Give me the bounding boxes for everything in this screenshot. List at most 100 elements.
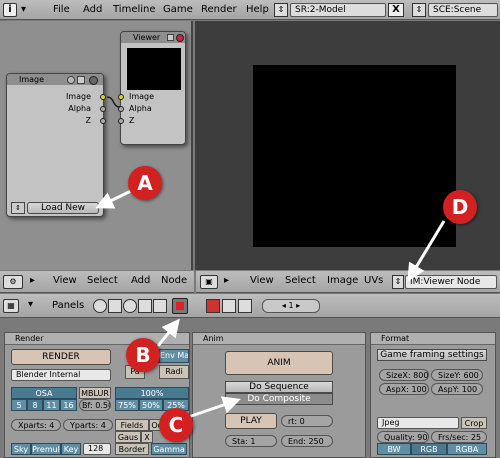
format-panel: Format Game framing settings SizeX: 800 … [370, 332, 496, 458]
frame-field[interactable]: ◂ 1 ▸ [262, 299, 320, 313]
render-engine-select[interactable]: Blender Internal [11, 369, 111, 381]
osa-11-button[interactable]: 11 [43, 399, 60, 411]
gamma-toggle[interactable]: Gamma [151, 443, 187, 455]
menu-help[interactable]: Help [246, 4, 269, 15]
shading-panel-icon[interactable] [123, 299, 137, 313]
screen-selector-icon[interactable]: ⇕ [274, 3, 288, 17]
bw-button[interactable]: BW [377, 443, 411, 455]
menu-render[interactable]: Render [201, 4, 237, 15]
image-header-collapse-icon[interactable]: ▸ [224, 275, 229, 286]
xparts-field[interactable]: Xparts: 4 [11, 419, 61, 431]
border-toggle[interactable]: Border [115, 443, 149, 455]
rt-field[interactable]: rt: 0 [281, 415, 333, 427]
play-button[interactable]: PLAY [225, 413, 277, 429]
image-menu-image[interactable]: Image [327, 275, 358, 286]
scene-selector-icon[interactable]: ⇕ [412, 3, 426, 17]
callout-d: D [443, 190, 477, 224]
panels-label: Panels [52, 300, 85, 311]
quality-field[interactable]: Quality: 90 [377, 431, 429, 443]
node-menu-select[interactable]: Select [87, 275, 118, 286]
fields-toggle[interactable]: Fields [115, 419, 149, 431]
menu-add[interactable]: Add [83, 4, 102, 15]
game-framing-button[interactable]: Game framing settings [377, 349, 487, 361]
buttons-header: ▦ ▾ Panels ◂ 1 ▸ [0, 294, 500, 318]
anim-button[interactable]: ANIM [225, 351, 333, 375]
osa-toggle[interactable]: OSA [11, 387, 77, 399]
buttons-type-icon[interactable]: ▦ [3, 299, 19, 313]
key-button[interactable]: Key [61, 443, 81, 455]
anim-panel-icon[interactable] [222, 299, 236, 313]
image-editor-type-icon[interactable]: ▣ [200, 275, 218, 289]
image-menu-select[interactable]: Select [285, 275, 316, 286]
osa-8-button[interactable]: 8 [27, 399, 43, 411]
start-frame-field[interactable]: Sta: 1 [225, 435, 277, 447]
menu-collapse-icon[interactable]: ▾ [21, 4, 26, 15]
size-100-button[interactable]: 100% [115, 387, 189, 399]
editor-type-icon[interactable]: ⚙ [3, 275, 23, 289]
blender-window: i ▾ File Add Timeline Game Render Help ⇕… [0, 0, 500, 458]
sound-panel-icon[interactable] [238, 299, 252, 313]
rgba-button[interactable]: RGBA [447, 443, 487, 455]
size-75-button[interactable]: 75% [115, 399, 139, 411]
aspx-field[interactable]: AspX: 100 [379, 383, 429, 395]
do-composite-toggle[interactable]: Do Composite [225, 393, 333, 405]
aspy-field[interactable]: AspY: 100 [431, 383, 483, 395]
node-link [106, 96, 121, 108]
object-panel-icon[interactable] [138, 299, 152, 313]
mblur-toggle[interactable]: MBLUR [79, 387, 111, 399]
image-editor[interactable] [195, 21, 500, 270]
image-name-field[interactable]: IM:Viewer Node [405, 275, 497, 289]
menu-game[interactable]: Game [163, 4, 193, 15]
info-icon[interactable]: i [3, 3, 17, 17]
menu-timeline[interactable]: Timeline [113, 4, 156, 15]
buttons-collapse-icon[interactable]: ▾ [28, 299, 33, 310]
rgb-button[interactable]: RGB [411, 443, 447, 455]
end-frame-field[interactable]: End: 250 [281, 435, 333, 447]
sizey-field[interactable]: SizeY: 600 [431, 369, 483, 381]
logic-panel-icon[interactable] [93, 299, 107, 313]
screen-name-field[interactable]: SR:2-Model [290, 3, 386, 17]
node-editor-header: ⚙ ▸ View Select Add Node [0, 271, 194, 293]
size-50-button[interactable]: 50% [139, 399, 163, 411]
do-sequence-toggle[interactable]: Do Sequence [225, 381, 333, 393]
radio-toggle[interactable]: Radi [159, 365, 189, 379]
menu-file[interactable]: File [53, 4, 70, 15]
bf-field[interactable]: Bf: 0.50 [79, 399, 111, 411]
editing-panel-icon[interactable] [153, 299, 167, 313]
screen-close-button[interactable]: X [388, 3, 404, 17]
format-panel-tab[interactable]: Format [371, 333, 495, 345]
key-value-select[interactable]: 128 [83, 443, 111, 455]
x-toggle[interactable]: X [141, 431, 153, 443]
frame-value: 1 [288, 301, 294, 310]
yparts-field[interactable]: Yparts: 4 [63, 419, 113, 431]
premul-button[interactable]: Premul [31, 443, 61, 455]
crop-toggle[interactable]: Crop [461, 417, 487, 429]
anim-panel-tab[interactable]: Anim [193, 333, 365, 345]
buttons-area: Render RENDER Blender Internal OSA 5 8 1… [0, 318, 500, 458]
render-panel: Render RENDER Blender Internal OSA 5 8 1… [4, 332, 190, 458]
scene-panel-icon[interactable] [172, 298, 188, 314]
node-menu-node[interactable]: Node [161, 275, 187, 286]
top-menu-bar: i ▾ File Add Timeline Game Render Help ⇕… [0, 0, 500, 20]
envmap-toggle[interactable]: Env Ma [159, 349, 189, 363]
fps-field[interactable]: Frs/sec: 25 [431, 431, 487, 443]
gauss-toggle[interactable]: Gaus [115, 431, 141, 443]
script-panel-icon[interactable] [108, 299, 122, 313]
image-editor-header: ▣ ▸ View Select Image UVs ⇕ IM:Viewer No… [196, 271, 500, 293]
osa-5-button[interactable]: 5 [11, 399, 27, 411]
file-format-select[interactable]: Jpeg [377, 417, 459, 429]
osa-16-button[interactable]: 16 [60, 399, 77, 411]
node-menu-add[interactable]: Add [131, 275, 150, 286]
node-menu-view[interactable]: View [53, 275, 77, 286]
scene-name-field[interactable]: SCE:Scene [428, 3, 498, 17]
node-editor[interactable]: Image Image Alpha Z ⇕ Load New Viewer Im… [0, 21, 193, 270]
render-panel-icon[interactable] [206, 299, 220, 313]
image-menu-uvs[interactable]: UVs [364, 275, 383, 286]
image-menu-view[interactable]: View [250, 275, 274, 286]
render-button[interactable]: RENDER [11, 349, 111, 365]
sizex-field[interactable]: SizeX: 800 [379, 369, 429, 381]
image-browse-icon[interactable]: ⇕ [392, 275, 404, 289]
header-collapse-icon[interactable]: ▸ [30, 275, 35, 286]
sky-button[interactable]: Sky [11, 443, 31, 455]
render-panel-tab[interactable]: Render [5, 333, 189, 345]
